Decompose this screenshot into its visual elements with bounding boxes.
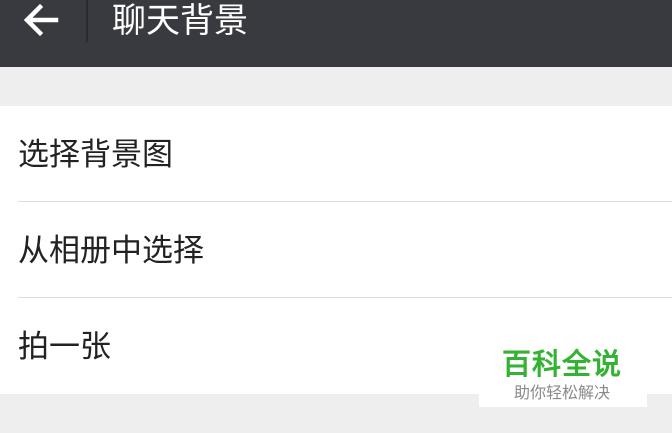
watermark-logo: 百科全说 助你轻松解决: [479, 335, 647, 407]
menu-item-choose-background[interactable]: 选择背景图: [0, 106, 672, 202]
header-divider: [86, 0, 88, 42]
top-bar: 聊天背景: [0, 0, 672, 67]
arrow-left-icon: [23, 3, 59, 37]
menu-item-label: 选择背景图: [18, 137, 173, 173]
menu-item-label: 拍一张: [18, 329, 111, 365]
back-button[interactable]: [14, 0, 70, 42]
menu-item-label: 从相册中选择: [18, 233, 204, 269]
menu-item-choose-from-album[interactable]: 从相册中选择: [0, 202, 672, 298]
page-title: 聊天背景: [112, 1, 248, 41]
watermark-subtitle: 助你轻松解决: [513, 383, 610, 402]
watermark-title: 百科全说: [501, 347, 622, 381]
